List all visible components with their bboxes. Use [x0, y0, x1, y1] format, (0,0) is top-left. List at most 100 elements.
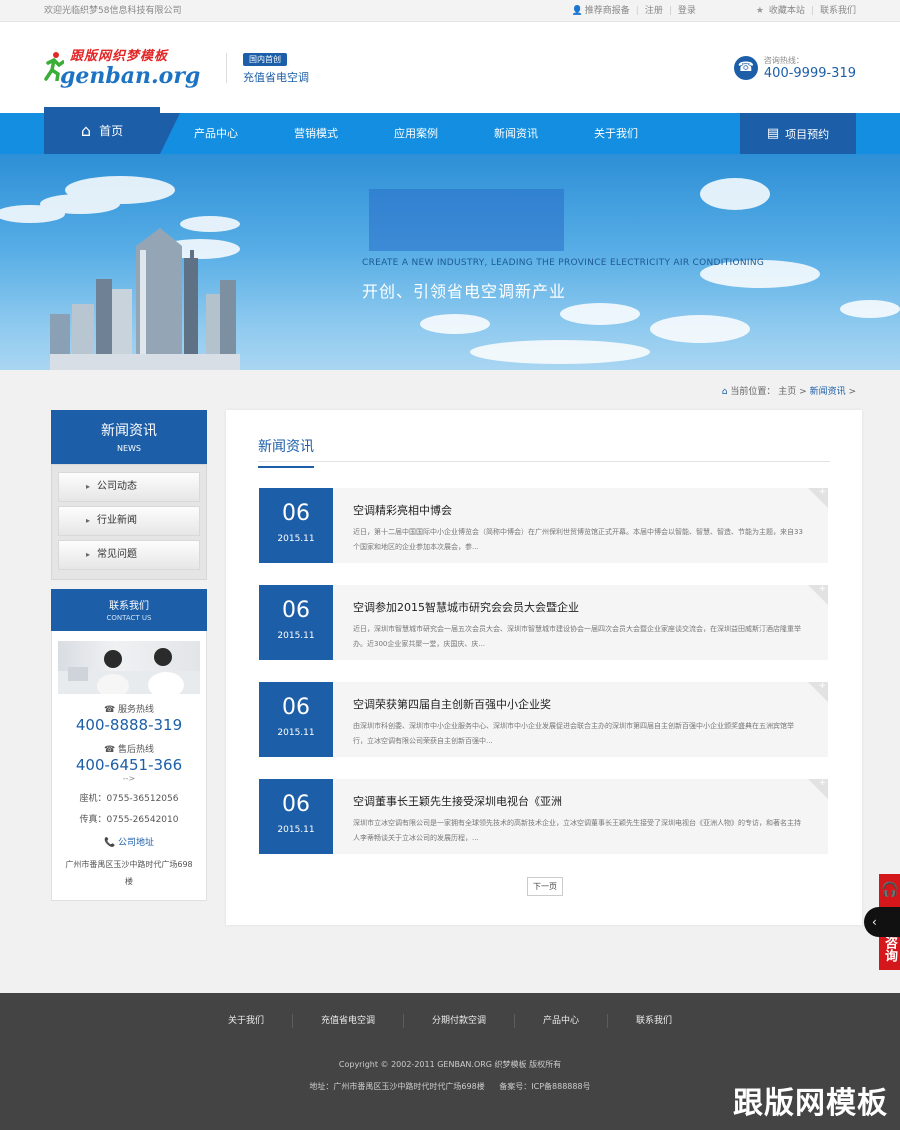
slogan-badge: 国内首创: [243, 52, 287, 66]
nav-item-products[interactable]: 产品中心: [194, 113, 294, 154]
news-title[interactable]: 空调精彩亮相中博会: [353, 502, 452, 518]
sidebar-title: 新闻资讯: [101, 423, 157, 439]
service-hotline-number: 400-8888-319: [75, 716, 183, 734]
breadcrumb-sep: >: [799, 387, 807, 397]
float-collapse-button[interactable]: ‹: [864, 907, 900, 937]
news-year-month: 2015.11: [277, 631, 315, 641]
headset-agents-icon: [58, 648, 200, 694]
home-icon: ⌂: [721, 387, 728, 397]
contact-body: ☎ 服务热线 400-8888-319 ☎ 售后热线 400-6451-366 …: [51, 631, 207, 901]
hotline-number: 400-9999-319: [763, 65, 856, 81]
document-icon: ▤: [766, 126, 780, 141]
next-page-button[interactable]: 下一页: [527, 877, 563, 896]
divider: |: [810, 6, 814, 16]
footer-link-contact[interactable]: 联系我们: [608, 1014, 700, 1028]
breadcrumb-current[interactable]: 新闻资讯: [810, 387, 846, 397]
breadcrumb-prefix: 当前位置：: [730, 387, 776, 397]
sidebar-item-faq[interactable]: 常见问题: [58, 540, 200, 570]
nav-item-news[interactable]: 新闻资讯: [494, 113, 594, 154]
fax-line: 传真：0755-26542010: [79, 815, 179, 825]
telephone-line: 座机：0755-36512056: [79, 794, 179, 804]
news-item[interactable]: 06 2015.11 空调参加2015智慧城市研究会会员大会暨企业 近日，深圳市…: [259, 584, 828, 660]
top-link-favorite[interactable]: 收藏本站: [769, 0, 805, 22]
plus-icon[interactable]: +: [818, 487, 826, 497]
nav-book-button[interactable]: ▤ 项目预约: [740, 113, 856, 154]
news-summary: 近日，深圳市智慧城市研究会一届五次会员大会、深圳市智慧城市建设协会一届四次会员大…: [353, 625, 801, 648]
nav-book-label: 项目预约: [785, 127, 830, 141]
news-title[interactable]: 空调董事长王颖先生接受深圳电视台《亚洲: [353, 793, 562, 809]
news-day: 06: [282, 598, 310, 623]
top-bar: 欢迎光临织梦58信息科技有限公司 👤 推荐商报备 | 注册 | 登录 ★ 收藏本…: [0, 0, 900, 22]
divider: |: [635, 6, 639, 16]
home-icon: ⌂: [80, 121, 92, 140]
sidebar-menu: 公司动态 行业新闻 常见问题: [51, 464, 207, 580]
headset-icon: 🎧: [881, 882, 899, 898]
breadcrumb-home[interactable]: 主页: [778, 387, 796, 397]
news-panel: 新闻资讯 06 2015.11 空调精彩亮相中博会 近日，第十二届中国国际中小企…: [226, 410, 862, 925]
after-sales-number: 400-6451-366: [75, 756, 183, 774]
top-link-login[interactable]: 登录: [678, 0, 696, 22]
nav-home-label: 首页: [99, 124, 124, 138]
top-links: 👤 推荐商报备 | 注册 | 登录 ★ 收藏本站 | 联系我们: [572, 0, 856, 22]
news-summary: 由深圳市科创委、深圳市中小企业服务中心、深圳市中小企业发展促进会联合主办的深圳市…: [353, 722, 794, 745]
news-item[interactable]: 06 2015.11 空调精彩亮相中博会 近日，第十二届中国国际中小企业博览会（…: [259, 487, 828, 563]
hotline: ☎ 咨询热线： 400-9999-319: [733, 55, 856, 81]
nav-item-about[interactable]: 关于我们: [594, 113, 694, 154]
footer-link-products[interactable]: 产品中心: [515, 1014, 609, 1028]
main-nav: ⌂ 首页 产品中心 营销模式 应用案例 新闻资讯 关于我们 ▤ 项目预约: [0, 107, 900, 154]
top-link-register[interactable]: 注册: [645, 0, 663, 22]
news-date: 06 2015.11: [259, 488, 333, 563]
user-icon: 👤: [571, 5, 583, 16]
logo-en-text: genban.org: [60, 62, 201, 89]
news-date: 06 2015.11: [259, 585, 333, 660]
sidebar-subtitle: NEWS: [116, 444, 142, 453]
footer: 关于我们 充值省电空调 分期付款空调 产品中心 联系我们 Copyright ©…: [0, 993, 900, 1130]
banner: CREATE A NEW INDUSTRY, LEADING THE PROVI…: [0, 154, 900, 370]
news-date: 06 2015.11: [259, 682, 333, 757]
contact-header: 联系我们 CONTACT US: [51, 589, 207, 631]
banner-highlight-box: [369, 189, 564, 251]
news-year-month: 2015.11: [277, 728, 315, 738]
top-link-report[interactable]: 推荐商报备: [585, 0, 630, 22]
nav-home[interactable]: ⌂ 首页: [44, 107, 180, 154]
logo-divider: [226, 52, 227, 83]
banner-en-text: CREATE A NEW INDUSTRY, LEADING THE PROVI…: [362, 258, 765, 268]
plus-icon[interactable]: +: [818, 778, 826, 788]
after-sales-label: ☎ 售后热线: [103, 745, 155, 755]
plus-icon[interactable]: +: [818, 584, 826, 594]
service-hotline-label: ☎ 服务热线: [103, 705, 155, 715]
sidebar-item-company[interactable]: 公司动态: [58, 472, 200, 502]
footer-link-prepaid[interactable]: 充值省电空调: [293, 1014, 404, 1028]
contact-title: 联系我们: [109, 601, 149, 612]
site-logo[interactable]: 跟版网织梦模板 genban.org: [44, 43, 200, 93]
sidebar-item-industry[interactable]: 行业新闻: [58, 506, 200, 536]
customer-service-image: [58, 641, 200, 694]
news-item[interactable]: 06 2015.11 空调荣获第四届自主创新百强中小企业奖 由深圳市科创委、深圳…: [259, 681, 828, 757]
welcome-text: 欢迎光临织梦58信息科技有限公司: [44, 6, 182, 16]
nav-item-marketing[interactable]: 营销模式: [294, 113, 394, 154]
top-link-contact[interactable]: 联系我们: [820, 0, 856, 22]
watermark-text: 跟版网模板: [733, 1086, 888, 1121]
nav-items: 产品中心 营销模式 应用案例 新闻资讯 关于我们: [194, 113, 694, 154]
header: 跟版网织梦模板 genban.org 国内首创 充值省电空调 ☎ 咨询热线： 4…: [0, 22, 900, 113]
plus-icon[interactable]: +: [818, 681, 826, 691]
footer-link-installment[interactable]: 分期付款空调: [404, 1014, 515, 1028]
nav-item-cases[interactable]: 应用案例: [394, 113, 494, 154]
address-text: 广州市番禺区玉沙中路时代广场698楼: [65, 860, 193, 886]
banner-cn-text: 开创、引领省电空调新产业: [362, 282, 567, 301]
news-title[interactable]: 空调参加2015智慧城市研究会会员大会暨企业: [353, 599, 579, 615]
news-day: 06: [282, 501, 310, 526]
content-area: 新闻资讯 NEWS 公司动态 行业新闻 常见问题 联系我们 CONTACT US: [0, 410, 900, 993]
breadcrumb: ⌂ 当前位置： 主页 > 新闻资讯 >: [0, 370, 900, 410]
footer-address: 地址：广州市番禺区玉沙中路时代时代广场698楼: [309, 1082, 485, 1091]
news-item[interactable]: 06 2015.11 空调董事长王颖先生接受深圳电视台《亚洲 深圳市立冰空调有限…: [259, 778, 828, 854]
news-title[interactable]: 空调荣获第四届自主创新百强中小企业奖: [353, 696, 551, 712]
slogan-text: 充值省电空调: [243, 70, 309, 84]
copyright-text: Copyright © 2002-2011 GENBAN.ORG 织梦模板 版权…: [338, 1060, 562, 1069]
slogan: 国内首创 充值省电空调: [243, 51, 309, 85]
breadcrumb-trail: >: [848, 387, 856, 397]
footer-link-about[interactable]: 关于我们: [200, 1014, 293, 1028]
sidebar-header: 新闻资讯 NEWS: [51, 410, 207, 464]
panel-divider: [258, 461, 830, 462]
star-icon: ★: [755, 5, 764, 16]
